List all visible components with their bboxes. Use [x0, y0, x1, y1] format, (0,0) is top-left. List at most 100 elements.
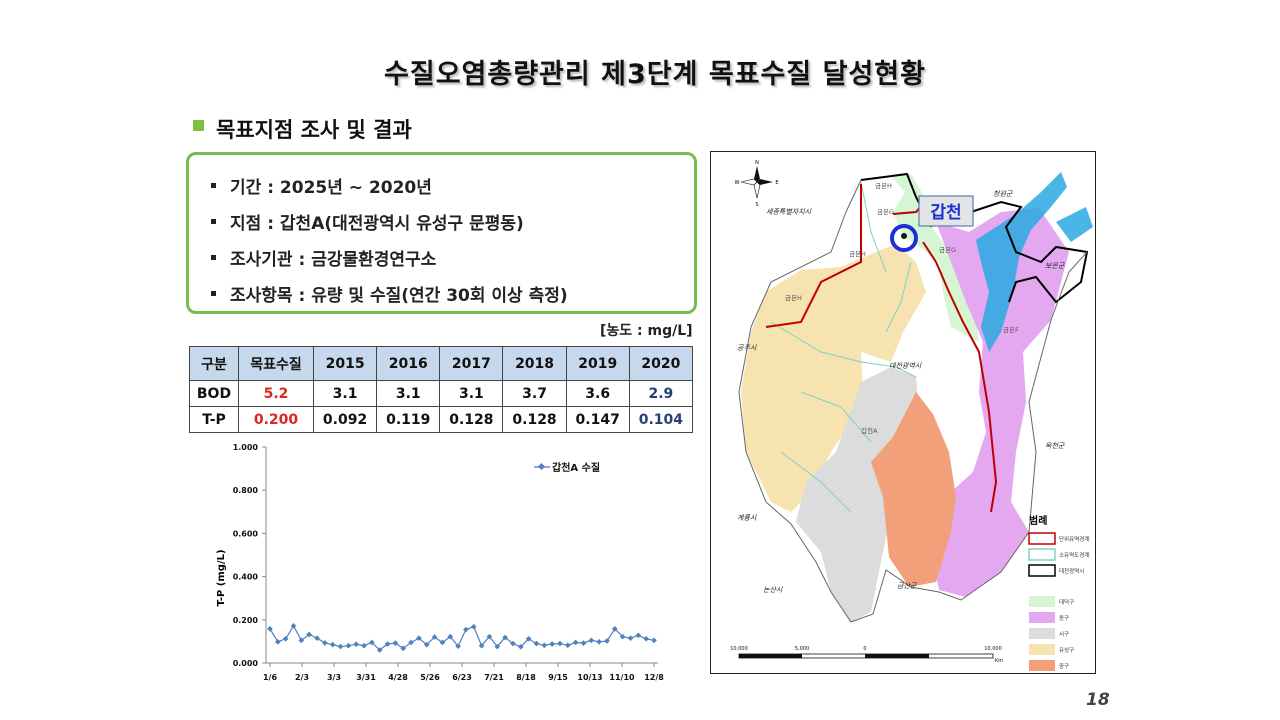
svg-text:W: W	[735, 180, 740, 186]
x-tick-label: 1/6	[263, 673, 277, 682]
data-point	[588, 637, 595, 644]
data-point	[282, 635, 289, 642]
y-tick-label: 0.000	[233, 659, 259, 668]
table-header: 2019	[565, 346, 630, 381]
y-tick-label: 0.400	[233, 573, 259, 582]
data-point	[322, 640, 328, 646]
data-point	[549, 641, 555, 647]
data-point	[564, 642, 571, 649]
data-point	[541, 642, 548, 649]
x-tick-label: 4/28	[388, 673, 408, 682]
water-quality-table: 구분 목표수질 2015 2016 2017 2018 2019 2020 BO…	[189, 346, 694, 433]
legend-line-label: 소유역도경계	[1059, 551, 1089, 559]
scale-label: 5,000	[795, 646, 809, 652]
y-tick-label: 0.200	[233, 616, 259, 625]
table-cell: 0.092	[312, 406, 378, 433]
legend-area-label: 동구	[1059, 615, 1069, 622]
data-point	[557, 640, 563, 647]
x-tick-label: 5/26	[420, 673, 440, 682]
basin-label: 갑천A	[861, 426, 878, 435]
basin-label: 금본H	[785, 294, 802, 302]
y-tick-label: 1.000	[233, 443, 259, 452]
place-label: 옥천군	[1045, 442, 1065, 450]
data-point	[345, 642, 352, 649]
data-point	[572, 639, 579, 646]
table-cell: 0.119	[376, 406, 441, 433]
x-tick-label: 2/3	[295, 673, 309, 682]
y-axis: 0.000 0.200 0.400 0.600 0.800 1.000	[233, 443, 267, 668]
basin-map: N S W E 세종특별자치시 청원군 보은군 공주시 대전광역시 옥천군 계룡…	[710, 151, 1096, 674]
page-title: 수질오염총량관리 제3단계 목표수질 달성현황	[384, 59, 926, 90]
chart-legend: 갑천A 수질	[534, 461, 600, 474]
data-point	[463, 626, 469, 633]
info-item-text: 지점 : 갑천A(대전광역시 유성구 문평동)	[230, 213, 524, 234]
x-tick-label: 11/10	[609, 673, 635, 682]
info-item: 기간 : 2025년 ~ 2020년	[211, 167, 694, 203]
x-tick-label: 6/23	[452, 673, 472, 682]
bullet-icon	[211, 218, 216, 224]
info-item-text: 조사기관 : 금강물환경연구소	[230, 249, 437, 270]
data-point	[533, 640, 540, 647]
table-cell: 3.6	[565, 380, 630, 407]
legend-line-label: 단위유역경계	[1059, 535, 1089, 543]
data-point	[580, 640, 587, 646]
table-header: 목표수질	[238, 346, 314, 381]
scale-label: 10,000	[730, 646, 748, 652]
series-line	[269, 624, 655, 651]
table-row: T-P 0.200 0.092 0.119 0.128 0.128 0.147 …	[189, 406, 694, 433]
basin-label: 금본G	[939, 246, 956, 254]
info-item-text: 조사항목 : 유량 및 수질(연간 30회 이상 측정)	[230, 285, 568, 306]
green-square-bullet-icon	[193, 119, 204, 131]
legend-label: 갑천A 수질	[552, 461, 600, 474]
data-point	[635, 632, 642, 639]
legend-line-label: 대전광역시	[1059, 567, 1084, 575]
x-tick-label: 7/21	[484, 673, 504, 682]
data-point	[275, 639, 281, 645]
data-point	[267, 626, 273, 632]
svg-text:S: S	[755, 202, 758, 208]
y-axis-label: T-P (mg/L)	[216, 549, 227, 606]
place-label: 보은군	[1045, 262, 1065, 270]
data-point	[337, 643, 344, 650]
basin-label: 금본G	[877, 208, 894, 216]
legend-area-label: 서구	[1059, 630, 1069, 638]
x-tick-label: 3/3	[327, 673, 341, 682]
table-cell: 0.128	[439, 406, 504, 433]
info-item-text: 기간 : 2025년 ~ 2020년	[230, 177, 432, 198]
table-cell: 3.7	[502, 380, 567, 407]
map-legend: 단위유역경계 소유역도경계 대전광역시 대덕구 동구 서구 유성구 중구	[1028, 532, 1089, 671]
table-header: 2020	[628, 346, 694, 381]
target-value: 0.200	[238, 406, 314, 433]
place-label: 청원군	[993, 190, 1013, 198]
page-number: 18	[1086, 690, 1110, 710]
row-label: T-P	[189, 406, 239, 433]
table-header: 2017	[439, 346, 504, 381]
series-group	[267, 623, 657, 653]
table-cell: 3.1	[439, 380, 504, 407]
place-label: 공주시	[737, 344, 757, 352]
map-legend-title: 범례	[1029, 514, 1047, 527]
data-point	[596, 639, 602, 645]
legend-diamond-icon	[537, 462, 546, 471]
place-label: 계룡시	[737, 514, 757, 522]
bullet-icon	[211, 182, 216, 188]
x-tick-label: 12/8	[644, 673, 664, 682]
scale-unit: Km	[995, 658, 1003, 664]
section-heading-text: 목표지점 조사 및 결과	[216, 118, 412, 142]
lake-water	[1056, 207, 1093, 242]
north-arrow-icon: N S W E	[735, 160, 779, 208]
row-label: BOD	[189, 380, 239, 407]
table-cell: 3.1	[312, 380, 378, 407]
data-point	[290, 623, 297, 629]
legend-area-label: 대덕구	[1059, 598, 1074, 606]
table-header: 2016	[376, 346, 441, 381]
section-heading: 목표지점 조사 및 결과	[193, 114, 412, 144]
x-tick-label: 9/15	[548, 673, 568, 682]
basin-label: 금본H	[849, 250, 866, 258]
svg-text:N: N	[755, 160, 759, 166]
x-tick-label: 8/18	[516, 673, 536, 682]
survey-info-box: 기간 : 2025년 ~ 2020년 지점 : 갑천A(대전광역시 유성구 문평…	[186, 152, 697, 314]
x-tick-label: 10/13	[577, 673, 602, 682]
table-header-row: 구분 목표수질 2015 2016 2017 2018 2019 2020	[189, 346, 694, 381]
table-header: 2015	[312, 346, 378, 381]
